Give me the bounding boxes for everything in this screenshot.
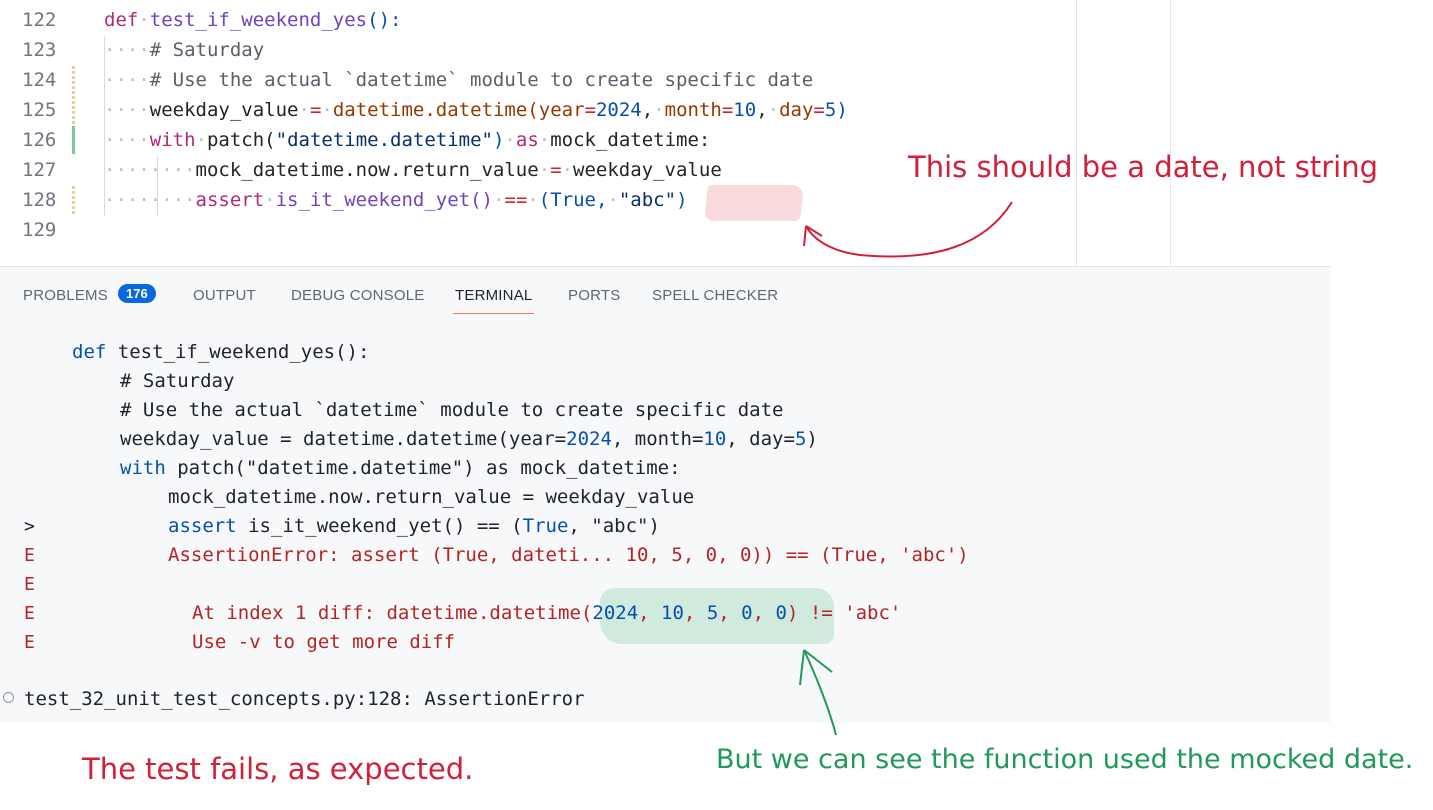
red-arrow-curve [805, 201, 1013, 258]
annotation-bottom-left: The test fails, as expected. [82, 752, 474, 786]
annotation-arrows [799, 201, 1013, 736]
annotation-bottom-right: But we can see the function used the moc… [716, 744, 1414, 775]
annotation-top-note: This should be a date, not string [908, 150, 1379, 184]
green-arrow-head [799, 649, 833, 686]
